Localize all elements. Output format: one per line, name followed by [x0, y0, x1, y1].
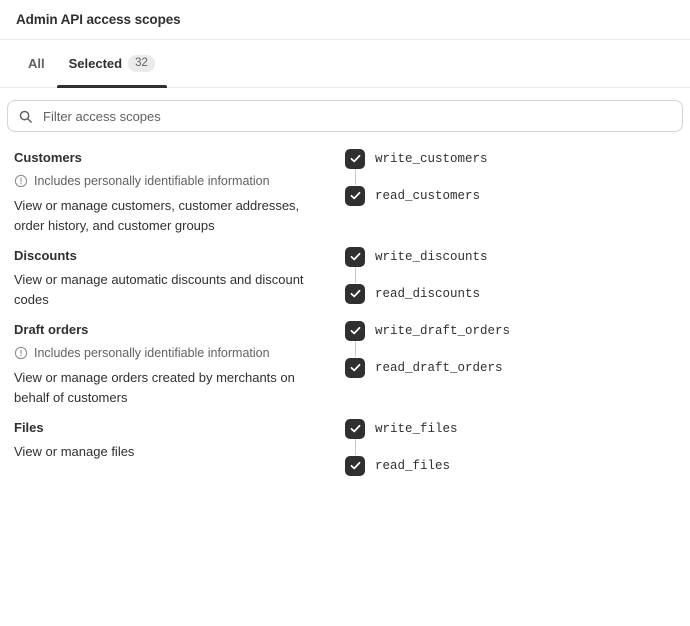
scope-group-name: Files [14, 420, 44, 435]
modal-header: Admin API access scopes [0, 0, 690, 40]
scope-label: write_files [375, 421, 458, 436]
tab-label: Selected [68, 56, 123, 71]
scope-group-description: View or manage files [14, 444, 135, 459]
scope-checkbox-column: write_draft_orders read_draft_orders [345, 310, 690, 378]
tab-badge-count: 32 [128, 54, 155, 73]
scope-group: Discounts View or manage automatic discou… [0, 236, 690, 310]
scope-row[interactable]: read_files [345, 455, 690, 476]
scope-checkbox[interactable] [345, 455, 365, 476]
scope-label: read_customers [375, 188, 481, 203]
scope-row[interactable]: write_discounts [345, 246, 690, 283]
scope-group-info: Files View or manage files [0, 408, 345, 462]
check-icon [349, 287, 362, 300]
tab-selected[interactable]: Selected 32 [56, 40, 168, 88]
pii-notice: Includes personally identifiable informa… [14, 344, 321, 362]
scope-list: write_discounts read_discounts [345, 246, 690, 304]
scope-group-info: Draft orders Includes personally identifi… [0, 310, 345, 408]
scope-group-description: View or manage customers, customer addre… [14, 198, 300, 233]
pii-notice-text: Includes personally identifiable informa… [34, 346, 270, 360]
scope-checkbox[interactable] [345, 185, 365, 206]
alert-circle-icon [14, 174, 28, 188]
scope-label: write_draft_orders [375, 323, 511, 338]
tab-bar: All Selected 32 [0, 40, 690, 88]
check-icon [349, 189, 362, 202]
scope-list: write_files read_files [345, 418, 690, 476]
pii-notice-text: Includes personally identifiable informa… [34, 174, 270, 188]
scope-group: Customers Includes personally identifiabl… [0, 138, 690, 236]
scope-checkbox[interactable] [345, 246, 365, 267]
check-icon [349, 361, 362, 374]
scope-connector-line [355, 439, 356, 455]
check-icon [349, 152, 362, 165]
scope-group-name: Draft orders [14, 322, 89, 337]
pii-notice: Includes personally identifiable informa… [14, 172, 321, 190]
scope-checkbox-column: write_files read_files [345, 408, 690, 476]
scope-label: write_discounts [375, 249, 488, 264]
scope-label: read_discounts [375, 286, 481, 301]
scope-list: write_customers read_customers [345, 148, 690, 206]
scope-connector-line [355, 341, 356, 357]
scope-checkbox-column: write_discounts read_discounts [345, 236, 690, 304]
scope-label: read_files [375, 458, 451, 473]
scope-group-name: Customers [14, 150, 82, 165]
scope-row[interactable]: read_discounts [345, 283, 690, 304]
check-icon [349, 250, 362, 263]
alert-circle-icon [14, 346, 28, 360]
scope-checkbox-column: write_customers read_customers [345, 138, 690, 206]
search-input[interactable] [41, 107, 672, 125]
scope-group-name: Discounts [14, 248, 77, 263]
tab-all[interactable]: All [16, 40, 57, 87]
scope-label: read_draft_orders [375, 360, 503, 375]
search-section [0, 88, 690, 132]
tab-label: All [28, 56, 45, 71]
scope-row[interactable]: read_draft_orders [345, 357, 690, 378]
scope-connector-line [355, 267, 356, 283]
page-title: Admin API access scopes [16, 12, 181, 27]
scope-group: Draft orders Includes personally identifi… [0, 310, 690, 408]
scope-connector-line [355, 169, 356, 185]
scope-row[interactable]: write_files [345, 418, 690, 455]
search-icon [18, 109, 33, 124]
check-icon [349, 459, 362, 472]
scope-group-description: View or manage automatic discounts and d… [14, 272, 304, 307]
scope-row[interactable]: write_customers [345, 148, 690, 185]
scope-label: write_customers [375, 151, 488, 166]
check-icon [349, 422, 362, 435]
scope-list: write_draft_orders read_draft_orders [345, 320, 690, 378]
scope-group-info: Customers Includes personally identifiabl… [0, 138, 345, 236]
scope-checkbox[interactable] [345, 357, 365, 378]
scope-row[interactable]: write_draft_orders [345, 320, 690, 357]
check-icon [349, 324, 362, 337]
scope-group-info: Discounts View or manage automatic discou… [0, 236, 345, 310]
scope-groups-list: Customers Includes personally identifiabl… [0, 132, 690, 476]
scope-checkbox[interactable] [345, 283, 365, 304]
scope-checkbox[interactable] [345, 148, 365, 169]
scope-checkbox[interactable] [345, 418, 365, 439]
search-box[interactable] [7, 100, 683, 132]
scope-checkbox[interactable] [345, 320, 365, 341]
scope-row[interactable]: read_customers [345, 185, 690, 206]
scope-group-description: View or manage orders created by merchan… [14, 370, 295, 405]
scope-group: Files View or manage files write_filesread… [0, 408, 690, 476]
